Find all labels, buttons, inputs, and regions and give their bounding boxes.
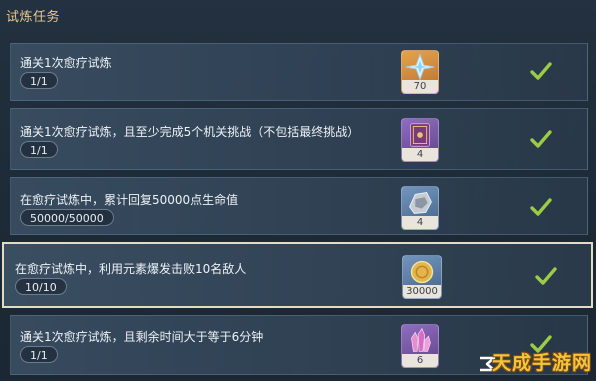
task-row-selected[interactable]: 在愈疗试炼中，利用元素爆发击败10名敌人 10/10 30000 [2, 242, 593, 308]
task-description: 在愈疗试炼中，利用元素爆发击败10名敌人 [15, 262, 247, 276]
task-description: 通关1次愈疗试炼，且剩余时间大于等于6分钟 [20, 330, 264, 344]
task-row[interactable]: 在愈疗试炼中，累计回复50000点生命值 50000/50000 4 [10, 177, 588, 235]
task-progress: 1/1 [20, 72, 58, 89]
check-icon [530, 130, 552, 148]
task-list: 通关1次愈疗试炼 1/1 70 通关1次愈疗试炼，且至少完成5个机关挑战（不包括… [0, 0, 596, 381]
reward-count: 4 [402, 216, 438, 229]
task-row[interactable]: 通关1次愈疗试炼 1/1 70 [10, 43, 588, 101]
check-icon [530, 62, 552, 80]
watermark-text: 天成手游网 [491, 352, 592, 374]
reward-count: 30000 [403, 285, 441, 298]
reward-item[interactable]: 6 [401, 324, 439, 368]
task-description: 通关1次愈疗试炼，且至少完成5个机关挑战（不包括最终挑战） [20, 125, 360, 139]
crystal-icon [411, 327, 431, 352]
reward-count: 4 [402, 148, 438, 161]
reward-item[interactable]: 30000 [402, 255, 442, 299]
reward-item[interactable]: 4 [401, 118, 439, 162]
check-icon [535, 267, 557, 285]
task-progress: 50000/50000 [20, 209, 114, 226]
task-description: 在愈疗试炼中，累计回复50000点生命值 [20, 193, 239, 207]
reward-item[interactable]: 70 [401, 50, 439, 94]
reward-count: 70 [402, 80, 438, 93]
starglitter-icon [405, 53, 435, 81]
reward-item[interactable]: 4 [401, 186, 439, 230]
ore-icon [409, 192, 432, 214]
task-progress: 10/10 [15, 278, 67, 295]
watermark: 天成手游网 [476, 345, 596, 381]
task-row[interactable]: 通关1次愈疗试炼，且至少完成5个机关挑战（不包括最终挑战） 1/1 4 [10, 108, 588, 170]
mora-coin-icon [410, 260, 434, 284]
check-icon [530, 198, 552, 216]
task-progress: 1/1 [20, 346, 58, 363]
book-icon [410, 123, 430, 147]
reward-count: 6 [402, 354, 438, 367]
task-progress: 1/1 [20, 141, 58, 158]
task-description: 通关1次愈疗试炼 [20, 56, 112, 70]
